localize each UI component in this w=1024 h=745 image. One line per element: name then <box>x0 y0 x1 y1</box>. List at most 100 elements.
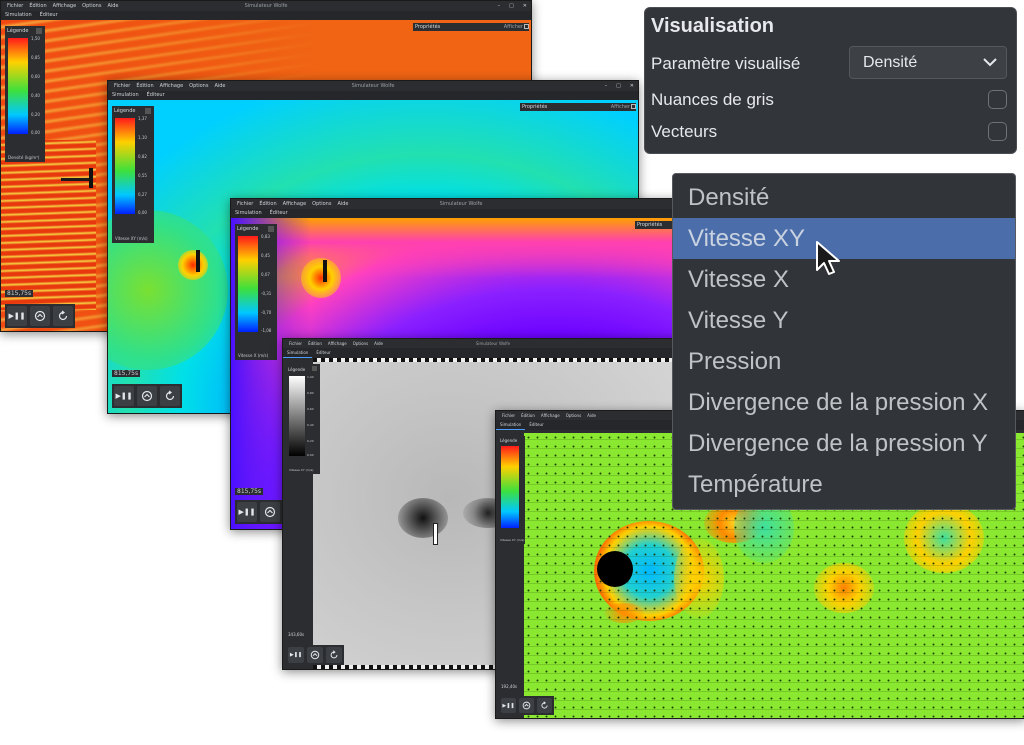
tab-simulation[interactable]: Simulation <box>496 420 526 430</box>
option-pression[interactable]: Pression <box>673 341 1015 382</box>
maximize-icon[interactable]: □ <box>509 1 514 11</box>
tab-editeur[interactable]: Éditeur <box>266 209 292 218</box>
tab-editeur[interactable]: Éditeur <box>143 91 169 100</box>
legend-tick: 0,55 <box>138 173 147 178</box>
option-vitesse-y[interactable]: Vitesse Y <box>673 300 1015 341</box>
legend-colorbar <box>115 118 135 214</box>
play-pause-button[interactable]: ▶❚❚ <box>114 386 134 406</box>
legend-tick: 0,82 <box>138 154 147 159</box>
play-pause-icon: ▶❚❚ <box>115 392 133 400</box>
legend-tick: 1,10 <box>138 135 147 140</box>
playback-controls: ▶❚❚ <box>499 696 554 715</box>
properties-show-checkbox[interactable] <box>631 104 636 109</box>
playback-controls: ▶❚❚ <box>112 384 182 408</box>
speed-button[interactable] <box>30 306 50 326</box>
reset-button[interactable] <box>537 698 552 713</box>
tab-editeur[interactable]: Éditeur <box>312 348 334 357</box>
param-label: Paramètre visualisé <box>651 54 801 73</box>
speed-icon <box>141 390 153 402</box>
close-icon[interactable]: ✕ <box>523 1 527 11</box>
speed-icon <box>522 701 531 710</box>
tab-editeur[interactable]: Éditeur <box>36 11 62 20</box>
maximize-icon[interactable]: □ <box>616 81 621 91</box>
minimize-icon[interactable]: – <box>498 1 501 11</box>
param-select[interactable]: Densité <box>849 46 1007 79</box>
menu-options[interactable]: Options <box>566 411 581 420</box>
reset-icon <box>541 701 548 709</box>
simulation-time: 815,75s <box>235 488 264 495</box>
play-pause-button[interactable]: ▶❚❚ <box>288 647 304 663</box>
tab-bar: Simulation Éditeur <box>1 11 531 21</box>
speed-button[interactable] <box>260 502 280 522</box>
legend-tick: 0,00 <box>138 210 147 215</box>
grayscale-label: Nuances de gris <box>651 90 774 109</box>
simulation-time: 815,75s <box>112 370 141 377</box>
legend-colorbar <box>501 446 519 528</box>
option-temperature[interactable]: Température <box>673 464 1015 505</box>
properties-title: Propriétés <box>522 104 548 110</box>
play-pause-button[interactable]: ▶❚❚ <box>237 502 257 522</box>
legend-title: Légende <box>500 438 518 443</box>
tab-simulation[interactable]: Simulation <box>283 348 313 358</box>
properties-title: Propriétés <box>415 24 441 30</box>
properties-show-checkbox[interactable] <box>524 24 529 29</box>
panel-title: Visualisation <box>651 15 775 37</box>
title-bar: Fichier Édition Affichage Options Aide Simul… <box>1 1 531 11</box>
window-title: Simulateur Wolfe <box>244 3 288 9</box>
legend-collapse-button[interactable] <box>145 108 151 114</box>
window-title: Simulateur Wolfe <box>475 341 511 346</box>
menu-affichage[interactable]: Affichage <box>541 411 560 420</box>
reset-icon <box>58 310 68 321</box>
speed-icon <box>264 506 276 518</box>
option-divergence-pression-y[interactable]: Divergence de la pression Y <box>673 423 1015 464</box>
reset-button[interactable] <box>160 386 180 406</box>
legend-tick: 0,20 <box>31 112 40 117</box>
legend-collapse-button[interactable] <box>312 366 317 371</box>
legend-tick: 0,60 <box>31 74 40 79</box>
vectors-checkbox[interactable] <box>988 122 1007 141</box>
legend-collapse-button[interactable] <box>268 226 274 232</box>
minimize-icon[interactable]: – <box>605 81 608 91</box>
playback-controls: ▶❚❚ <box>5 304 75 328</box>
simulation-time: 343,60s <box>286 632 307 637</box>
close-icon[interactable]: ✕ <box>630 81 634 91</box>
legend-panel: Légende Vitesse XY (m/s) <box>499 436 525 544</box>
menu-aide[interactable]: Aide <box>587 411 596 420</box>
properties-show-label: Afficher <box>610 104 630 110</box>
legend-tick: 0,40 <box>31 93 40 98</box>
option-divergence-pression-x[interactable]: Divergence de la pression X <box>673 382 1015 423</box>
legend-tick: 1,37 <box>138 116 147 121</box>
grayscale-checkbox[interactable] <box>988 90 1007 109</box>
legend-collapse-button[interactable] <box>36 28 42 34</box>
title-bar: Fichier Édition Affichage Options Aide Simul… <box>108 81 638 91</box>
legend-tick: 0,45 <box>261 253 270 258</box>
legend-tick: 0,80 <box>307 391 314 395</box>
speed-button[interactable] <box>137 386 157 406</box>
legend-panel: Légende 0,83 0,45 0,07 -0,31 -0,70 -1,08… <box>235 224 277 360</box>
legend-tick: 0,27 <box>138 192 147 197</box>
legend-tick: -1,08 <box>261 328 272 333</box>
reset-button[interactable] <box>326 647 342 663</box>
tab-bar: Simulation Éditeur <box>108 91 638 101</box>
play-pause-icon: ▶❚❚ <box>289 652 303 658</box>
legend-colorbar <box>238 236 258 332</box>
option-densite[interactable]: Densité <box>673 177 1015 218</box>
play-pause-button[interactable]: ▶❚❚ <box>501 698 516 713</box>
legend-tick: -0,70 <box>261 310 272 315</box>
legend-panel: Légende 1,50 0,85 0,60 0,40 0,20 0,00 De… <box>5 26 45 162</box>
speed-button[interactable] <box>519 698 534 713</box>
legend-tick: 1,50 <box>31 36 40 41</box>
legend-tick: -0,31 <box>261 291 272 296</box>
speed-button[interactable] <box>307 647 323 663</box>
legend-tick: 0,83 <box>261 234 270 239</box>
tab-editeur[interactable]: Éditeur <box>525 420 547 429</box>
menu-fichier[interactable]: Fichier <box>502 411 515 420</box>
menu-edition[interactable]: Édition <box>521 411 535 420</box>
legend-panel: Légende 1,00 0,80 0,60 0,40 0,20 0,00 Vi… <box>286 364 320 474</box>
properties-title: Propriétés <box>637 222 663 228</box>
playback-controls: ▶❚❚ <box>235 500 282 524</box>
reset-button[interactable] <box>53 306 73 326</box>
playback-controls: ▶❚❚ <box>286 645 344 665</box>
legend-unit: Densité (kg/m³) <box>8 155 40 160</box>
play-pause-button[interactable]: ▶❚❚ <box>7 306 27 326</box>
